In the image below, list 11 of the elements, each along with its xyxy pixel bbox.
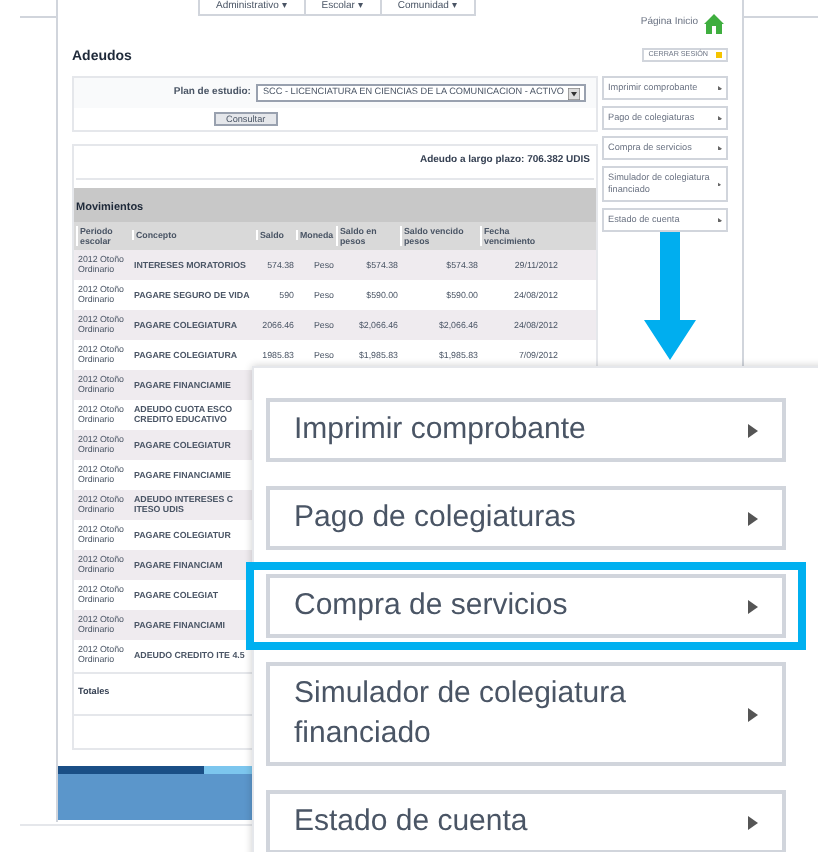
status-square-icon xyxy=(716,52,722,58)
triangle-right-icon xyxy=(748,707,758,721)
triangle-right-icon xyxy=(748,815,758,829)
dropdown-arrow-icon xyxy=(568,87,580,99)
triangle-right-icon xyxy=(748,599,758,613)
menu-item[interactable]: Compra de servicios xyxy=(246,562,806,650)
triangle-right-icon xyxy=(748,511,758,525)
house-icon[interactable] xyxy=(702,12,726,36)
triangle-right-icon xyxy=(748,423,758,437)
down-arrow-icon xyxy=(644,232,696,360)
progress-stripe-light xyxy=(204,766,252,774)
